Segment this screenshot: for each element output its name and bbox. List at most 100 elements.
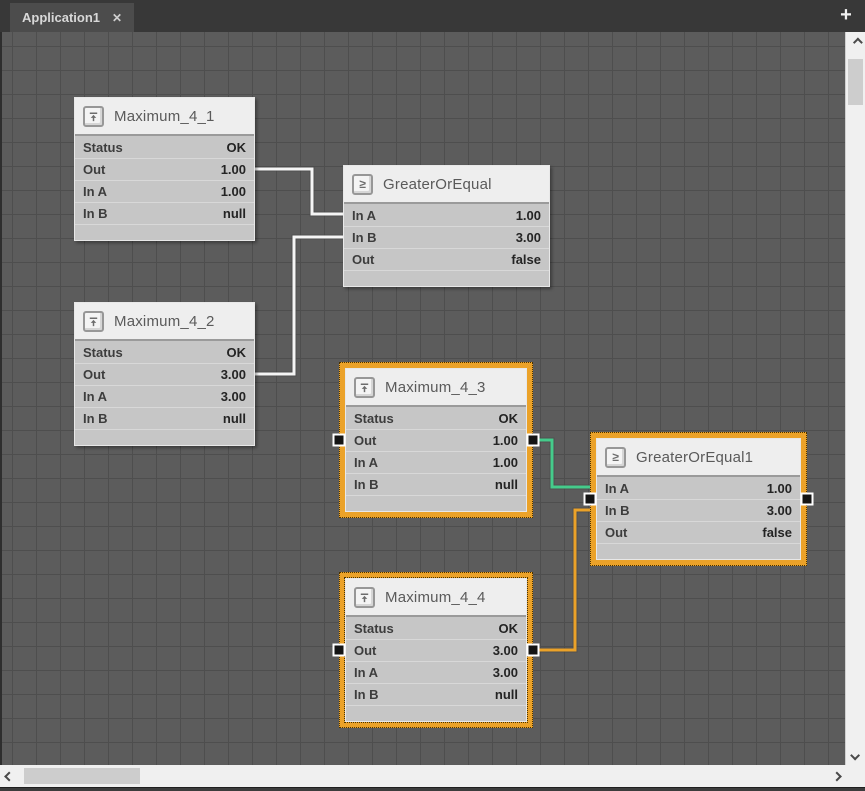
node-title: GreaterOrEqual1 xyxy=(636,449,753,466)
row-in-a: In A 1.00 xyxy=(346,451,526,473)
row-label: In B xyxy=(352,230,377,245)
new-tab-button[interactable]: + xyxy=(835,2,857,28)
row-in-b: In B null xyxy=(75,202,254,224)
row-in-b: In B null xyxy=(346,683,526,705)
row-label: In A xyxy=(354,455,378,470)
port-handle-goe1-left[interactable] xyxy=(584,493,597,506)
row-in-a: In A1.00 xyxy=(597,477,800,499)
row-in-a: In A3.00 xyxy=(346,661,526,683)
wire-max43-to-goe1-ina[interactable] xyxy=(533,440,596,487)
row-value: null xyxy=(495,687,518,702)
selection-frame-maximum-4-3[interactable]: Maximum_4_3 StatusOK Out1.00 In A 1.00 In… xyxy=(339,362,533,518)
row-label: Out xyxy=(354,643,376,658)
close-icon[interactable]: ✕ xyxy=(112,12,122,24)
row-label: Out xyxy=(605,525,627,540)
row-value: null xyxy=(223,411,246,426)
row-status: StatusOK xyxy=(346,407,526,429)
row-out: Outfalse xyxy=(344,248,549,270)
port-handle-max44-out-right[interactable] xyxy=(527,644,540,657)
row-value: false xyxy=(762,525,792,540)
wire-max44-to-goe1-inb[interactable] xyxy=(533,510,596,650)
node-editor-window: Application1 ✕ + Maximum_4_1 StatusOK xyxy=(0,0,865,791)
node-greaterorequal[interactable]: ≥ GreaterOrEqual In A1.00 In B3.00 Outfa… xyxy=(343,165,550,287)
row-label: In B xyxy=(83,206,108,221)
row-in-a: In A3.00 xyxy=(75,385,254,407)
port-handle-max43-out-right[interactable] xyxy=(527,434,540,447)
row-label: Out xyxy=(83,162,105,177)
row-out: Out 3.00 xyxy=(346,639,526,661)
scroll-up-button[interactable] xyxy=(846,32,865,52)
row-in-b: In Bnull xyxy=(346,473,526,495)
node-header: Maximum_4_4 xyxy=(346,579,526,617)
scroll-down-button[interactable] xyxy=(846,745,865,765)
row-value: OK xyxy=(227,345,247,360)
row-label: Out xyxy=(352,252,374,267)
node-maximum-4-2[interactable]: Maximum_4_2 StatusOK Out3.00 In A3.00 In… xyxy=(74,302,255,446)
row-out: Out 1.00 xyxy=(75,158,254,180)
vertical-scrollbar-thumb[interactable] xyxy=(848,59,863,105)
row-label: In A xyxy=(352,208,376,223)
row-value: 1.00 xyxy=(221,184,246,199)
node-title: Maximum_4_3 xyxy=(385,379,486,396)
tab-application1[interactable]: Application1 ✕ xyxy=(10,3,134,32)
row-value: 1.00 xyxy=(493,455,518,470)
row-label: In B xyxy=(354,477,379,492)
row-out: Out false xyxy=(597,521,800,543)
row-value: 1.00 xyxy=(221,162,246,177)
greater-or-equal-icon: ≥ xyxy=(605,447,626,468)
scroll-left-button[interactable] xyxy=(0,766,20,786)
diagram-canvas[interactable]: Maximum_4_1 StatusOK Out1.00 In A1.00 In… xyxy=(0,32,845,765)
row-status: StatusOK xyxy=(346,617,526,639)
scrollbar-corner xyxy=(845,765,865,787)
horizontal-scrollbar-thumb[interactable] xyxy=(24,768,140,784)
row-label: Status xyxy=(354,411,394,426)
node-footer xyxy=(344,270,549,286)
wire-max42-to-goe-inb[interactable] xyxy=(255,237,343,374)
greater-or-equal-icon: ≥ xyxy=(352,174,373,195)
row-label: In B xyxy=(83,411,108,426)
maximum-icon xyxy=(83,106,104,127)
node-header: ≥ GreaterOrEqual1 xyxy=(597,439,800,477)
node-footer xyxy=(75,224,254,240)
node-header: Maximum_4_2 xyxy=(75,303,254,341)
node-maximum-4-3[interactable]: Maximum_4_3 StatusOK Out1.00 In A 1.00 In… xyxy=(345,368,527,512)
row-value: 3.00 xyxy=(516,230,541,245)
wire-max41-to-goe-ina[interactable] xyxy=(255,169,343,214)
row-label: Out xyxy=(83,367,105,382)
scroll-right-button[interactable] xyxy=(825,766,845,786)
row-label: In A xyxy=(83,389,107,404)
row-label: In A xyxy=(354,665,378,680)
vertical-scrollbar[interactable] xyxy=(845,32,865,765)
row-value: null xyxy=(223,206,246,221)
node-header: Maximum_4_1 xyxy=(75,98,254,136)
selection-frame-greaterorequal1[interactable]: ≥ GreaterOrEqual1 In A1.00 In B3.00 Outf… xyxy=(590,432,807,566)
selection-frame-maximum-4-4[interactable]: Maximum_4_4 StatusOK Out 3.00 In A3.00 In… xyxy=(339,572,533,728)
maximum-icon xyxy=(83,311,104,332)
row-value: 3.00 xyxy=(493,643,518,658)
maximum-icon xyxy=(354,377,375,398)
row-in-a: In A1.00 xyxy=(344,204,549,226)
row-in-b: In B null xyxy=(75,407,254,429)
row-in-b: In B 3.00 xyxy=(344,226,549,248)
row-label: In B xyxy=(354,687,379,702)
row-label: Status xyxy=(83,140,123,155)
row-status: StatusOK xyxy=(75,136,254,158)
node-title: Maximum_4_4 xyxy=(385,589,486,606)
port-handle-goe1-right[interactable] xyxy=(801,493,814,506)
horizontal-scrollbar[interactable] xyxy=(0,765,845,787)
row-value: 1.00 xyxy=(767,481,792,496)
node-maximum-4-1[interactable]: Maximum_4_1 StatusOK Out1.00 In A1.00 In… xyxy=(74,97,255,241)
node-title: Maximum_4_2 xyxy=(114,313,215,330)
node-title: Maximum_4_1 xyxy=(114,108,215,125)
row-out: Out1.00 xyxy=(346,429,526,451)
bottom-panel-edge xyxy=(0,787,865,791)
port-handle-max43-out-left[interactable] xyxy=(333,434,346,447)
node-greaterorequal1[interactable]: ≥ GreaterOrEqual1 In A1.00 In B3.00 Outf… xyxy=(596,438,801,560)
row-status: StatusOK xyxy=(75,341,254,363)
node-footer xyxy=(597,543,800,559)
port-handle-max44-out-left[interactable] xyxy=(333,644,346,657)
tab-bar: Application1 ✕ + xyxy=(0,0,865,32)
node-footer xyxy=(75,429,254,445)
node-header: Maximum_4_3 xyxy=(346,369,526,407)
node-maximum-4-4[interactable]: Maximum_4_4 StatusOK Out 3.00 In A3.00 In… xyxy=(345,578,527,722)
